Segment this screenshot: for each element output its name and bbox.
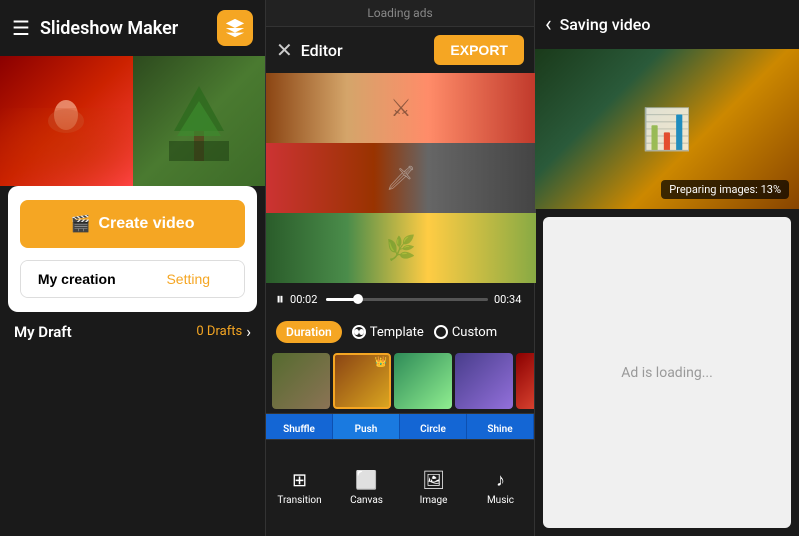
setting-tab[interactable]: Setting (133, 261, 245, 297)
bottom-toolbar: ⊞ Transition ⬜ Canvas 🖼 Image ♪ Music (266, 439, 534, 536)
transition-strip: Shuffle Push Circle Shine (266, 413, 534, 439)
transition-push[interactable]: Push (333, 414, 400, 439)
thumbnail-3[interactable] (394, 353, 452, 409)
tool-music[interactable]: ♪ Music (467, 440, 534, 536)
film-icon: 🎬 (71, 214, 91, 234)
music-icon: ♪ (496, 470, 505, 491)
ad-container: Ad is loading... (543, 217, 791, 528)
video-preview: ⚔ 🗡 🌿 (266, 73, 536, 283)
progress-bar[interactable] (326, 298, 488, 301)
thumbnail-2[interactable]: 👑 (333, 353, 391, 409)
close-icon[interactable]: ✕ (276, 38, 293, 62)
action-card: 🎬 Create video My creation Setting (8, 186, 257, 312)
editor-title: Editor (301, 41, 435, 60)
pause-icon[interactable]: ⏸ (276, 289, 284, 309)
duration-options: Duration Template Custom (266, 315, 534, 349)
saving-preview: 📊 Preparing images: 13% (535, 49, 799, 209)
video-scene-1: ⚔ (266, 73, 536, 143)
right-panel: ‹ Saving video 📊 Preparing images: 13% A… (535, 0, 799, 536)
draft-arrow-icon[interactable]: › (246, 322, 251, 341)
back-arrow-icon[interactable]: ‹ (545, 12, 552, 37)
video-scene-3: 🌿 (266, 213, 536, 283)
saving-title: Saving video (560, 15, 651, 34)
thumbnail-5[interactable] (516, 353, 534, 409)
transition-icon: ⊞ (292, 470, 307, 491)
app-logo (217, 10, 253, 46)
ads-bar: Loading ads (266, 0, 534, 27)
image-preview-1 (0, 56, 133, 186)
my-creation-tab[interactable]: My creation (21, 261, 133, 297)
progress-dot (353, 294, 363, 304)
thumbnail-1[interactable] (272, 353, 330, 409)
template-radio[interactable] (352, 325, 366, 339)
thumbnail-4[interactable] (455, 353, 513, 409)
draft-row: My Draft 0 Drafts › (0, 312, 265, 351)
tool-canvas[interactable]: ⬜ Canvas (333, 440, 400, 536)
create-video-button[interactable]: 🎬 Create video (20, 200, 245, 248)
custom-option[interactable]: Custom (434, 325, 497, 340)
right-header: ‹ Saving video (535, 0, 799, 49)
tab-row: My creation Setting (20, 260, 245, 298)
transition-shine[interactable]: Shine (467, 414, 534, 439)
middle-panel: Loading ads ✕ Editor EXPORT ⚔ 🗡 🌿 ⏸ 00:0… (265, 0, 535, 536)
chart-icon: 📊 (642, 106, 692, 153)
editor-header: ✕ Editor EXPORT (266, 27, 534, 73)
transition-circle[interactable]: Circle (400, 414, 467, 439)
left-images (0, 56, 265, 186)
ad-loading-text: Ad is loading... (621, 365, 713, 381)
playback-bar: ⏸ 00:02 00:34 (266, 283, 534, 315)
custom-radio[interactable] (434, 325, 448, 339)
total-time: 00:34 (494, 293, 524, 306)
canvas-icon: ⬜ (355, 470, 377, 491)
draft-title: My Draft (14, 323, 196, 341)
current-time: 00:02 (290, 293, 320, 306)
duration-badge[interactable]: Duration (276, 321, 342, 343)
crown-icon: 👑 (375, 357, 387, 368)
left-header: ☰ Slideshow Maker (0, 0, 265, 56)
hamburger-icon[interactable]: ☰ (12, 16, 30, 40)
left-panel: ☰ Slideshow Maker 🎬 Create vi (0, 0, 265, 536)
video-scene-2: 🗡 (266, 143, 536, 213)
draft-count: 0 Drafts (196, 324, 242, 339)
template-option[interactable]: Template (352, 325, 424, 340)
transition-shuffle[interactable]: Shuffle (266, 414, 333, 439)
tool-transition[interactable]: ⊞ Transition (266, 440, 333, 536)
preparing-badge: Preparing images: 13% (661, 180, 789, 199)
tool-image[interactable]: 🖼 Image (400, 440, 467, 536)
image-preview-2 (133, 56, 266, 186)
thumbnails-strip: 👑 (266, 349, 534, 413)
image-icon: 🖼 (422, 470, 445, 491)
app-title: Slideshow Maker (40, 18, 217, 39)
export-button[interactable]: EXPORT (434, 35, 524, 65)
